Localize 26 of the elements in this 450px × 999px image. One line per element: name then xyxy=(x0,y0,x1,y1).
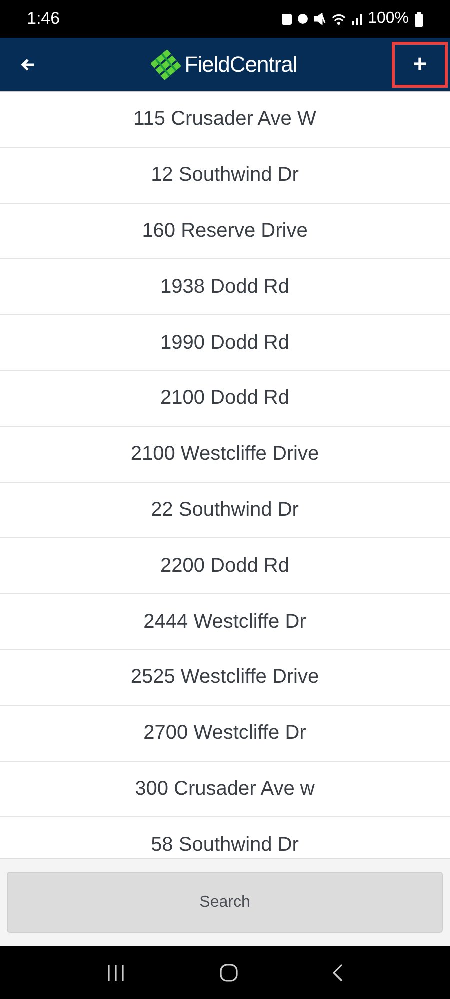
address-item[interactable]: 22 Southwind Dr xyxy=(0,482,450,538)
battery-percent: 100% xyxy=(368,9,409,29)
signal-icon xyxy=(352,14,362,24)
status-time: 1:46 xyxy=(27,8,60,30)
address-item[interactable]: 12 Southwind Dr xyxy=(0,148,450,204)
back-icon[interactable] xyxy=(332,964,343,982)
back-arrow-icon xyxy=(21,58,35,72)
add-button[interactable]: + xyxy=(392,42,448,88)
search-button[interactable]: Search xyxy=(7,872,443,933)
address-item[interactable]: 2200 Dodd Rd xyxy=(0,538,450,594)
address-item[interactable]: 115 Crusader Ave W xyxy=(0,92,450,148)
mute-icon xyxy=(314,13,326,25)
battery-icon xyxy=(415,12,423,26)
wifi-icon xyxy=(332,14,346,24)
address-item[interactable]: 1938 Dodd Rd xyxy=(0,259,450,316)
address-item[interactable]: 2444 Westcliffe Dr xyxy=(0,594,450,650)
address-item[interactable]: 2700 Westcliffe Dr xyxy=(0,706,450,762)
address-item[interactable]: 2100 Dodd Rd xyxy=(0,370,450,427)
address-item[interactable]: 160 Reserve Drive xyxy=(0,204,450,260)
address-item[interactable]: 2525 Westcliffe Drive xyxy=(0,650,450,706)
home-icon[interactable] xyxy=(220,964,238,982)
address-item[interactable]: 300 Crusader Ave w xyxy=(0,762,450,818)
address-item[interactable]: 1990 Dodd Rd xyxy=(0,315,450,371)
app-logo-text: FieldCentral xyxy=(184,51,298,79)
recent-apps-icon[interactable] xyxy=(107,964,126,980)
address-item[interactable]: 2100 Westcliffe Drive xyxy=(0,426,450,483)
